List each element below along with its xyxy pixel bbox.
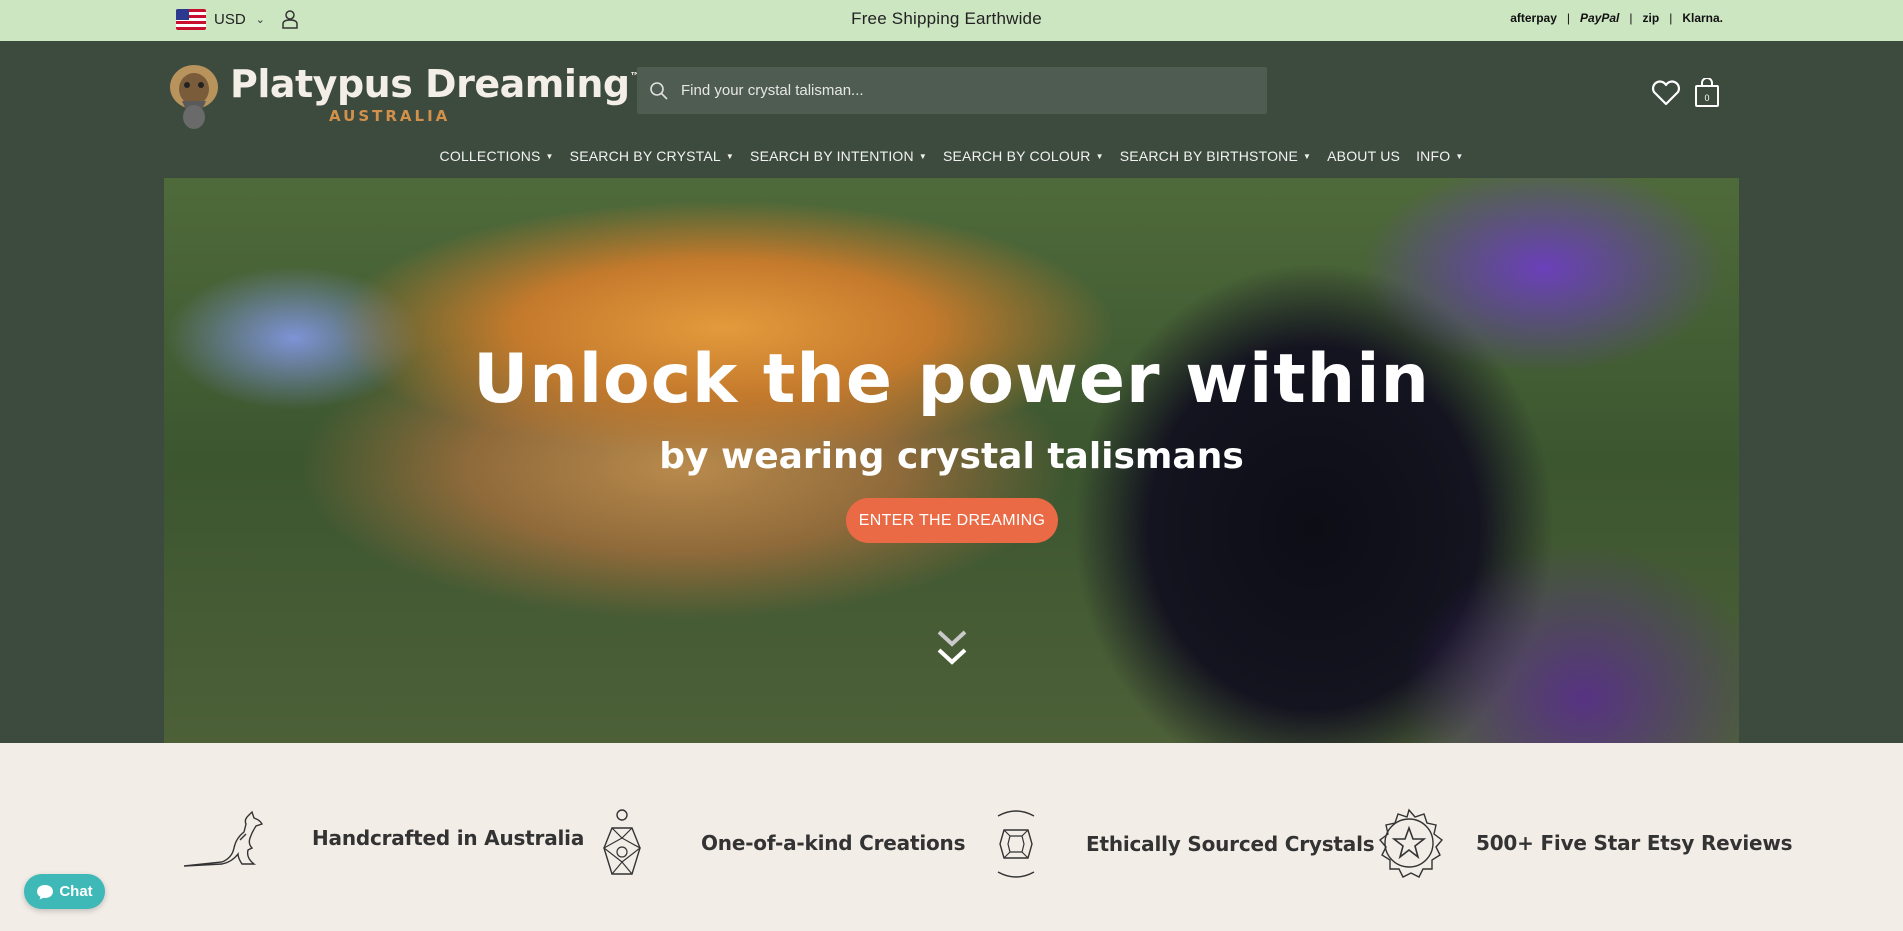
nav-search-by-intention[interactable]: SEARCH BY INTENTION ▼ bbox=[742, 148, 935, 164]
nav-collections[interactable]: COLLECTIONS ▼ bbox=[432, 148, 562, 164]
feature-label: 500+ Five Star Etsy Reviews bbox=[1476, 831, 1793, 855]
chat-label: Chat bbox=[59, 883, 93, 900]
main-navigation: COLLECTIONS ▼ SEARCH BY CRYSTAL ▼ SEARCH B… bbox=[0, 148, 1903, 164]
logo-title[interactable]: Platypus Dreaming™ bbox=[230, 62, 641, 106]
caret-down-icon: ▼ bbox=[918, 151, 927, 161]
caret-down-icon: ▼ bbox=[1095, 151, 1104, 161]
announcement-bar: USD ⌄ Free Shipping Earthwide afterpay |… bbox=[0, 0, 1903, 41]
feature-label: One-of-a-kind Creations bbox=[701, 831, 966, 855]
nav-info[interactable]: INFO ▼ bbox=[1408, 148, 1471, 164]
hero-subtitle: by wearing crystal talismans bbox=[659, 436, 1244, 477]
feature-ethically-sourced: Ethically Sourced Crystals bbox=[994, 808, 1375, 880]
platypus-logo-icon[interactable] bbox=[167, 61, 222, 131]
hero-banner: Unlock the power within by wearing cryst… bbox=[164, 178, 1739, 743]
search-input[interactable] bbox=[681, 82, 1221, 99]
pendant-icon bbox=[602, 809, 642, 875]
feature-label: Handcrafted in Australia bbox=[312, 826, 585, 850]
chat-bubble-icon bbox=[37, 884, 54, 899]
zip-logo: zip bbox=[1642, 11, 1660, 25]
caret-down-icon: ▼ bbox=[1455, 151, 1464, 161]
paypal-logo: PayPal bbox=[1580, 11, 1620, 25]
feature-etsy-reviews: 500+ Five Star Etsy Reviews bbox=[1374, 808, 1793, 878]
features-strip: Handcrafted in Australia One-of-a-kind C… bbox=[0, 743, 1903, 931]
feature-one-of-a-kind: One-of-a-kind Creations bbox=[598, 808, 965, 878]
star-badge-icon bbox=[1378, 808, 1444, 878]
payment-methods: afterpay | PayPal | zip | Klarna. bbox=[1510, 11, 1723, 25]
scroll-down-chevron-icon[interactable] bbox=[936, 628, 968, 670]
hero-title: Unlock the power within bbox=[164, 340, 1739, 419]
feature-label: Ethically Sourced Crystals bbox=[1086, 832, 1375, 856]
klarna-logo: Klarna. bbox=[1682, 11, 1723, 25]
cart-bag-icon[interactable]: 0 bbox=[1694, 78, 1720, 108]
caret-down-icon: ▼ bbox=[1303, 151, 1312, 161]
nav-search-by-colour[interactable]: SEARCH BY COLOUR ▼ bbox=[935, 148, 1112, 164]
caret-down-icon: ▼ bbox=[545, 151, 554, 161]
caret-down-icon: ▼ bbox=[725, 151, 735, 161]
wishlist-heart-icon[interactable] bbox=[1651, 80, 1681, 106]
search-icon bbox=[650, 81, 668, 100]
feature-handcrafted: Handcrafted in Australia bbox=[182, 808, 584, 868]
nav-search-by-birthstone[interactable]: SEARCH BY BIRTHSTONE ▼ bbox=[1112, 148, 1319, 164]
chat-button[interactable]: Chat bbox=[24, 874, 105, 909]
search-bar[interactable] bbox=[637, 67, 1267, 114]
kangaroo-icon bbox=[183, 810, 263, 867]
svg-text:0: 0 bbox=[1704, 93, 1709, 103]
hands-crystal-icon bbox=[997, 810, 1035, 878]
enter-the-dreaming-button[interactable]: ENTER THE DREAMING bbox=[846, 498, 1058, 543]
nav-search-by-crystal[interactable]: SEARCH BY CRYSTAL ▼ bbox=[562, 148, 742, 164]
afterpay-logo: afterpay bbox=[1510, 11, 1557, 25]
logo-subtitle: AUSTRALIA bbox=[329, 107, 451, 125]
nav-about-us[interactable]: ABOUT US bbox=[1319, 148, 1408, 164]
